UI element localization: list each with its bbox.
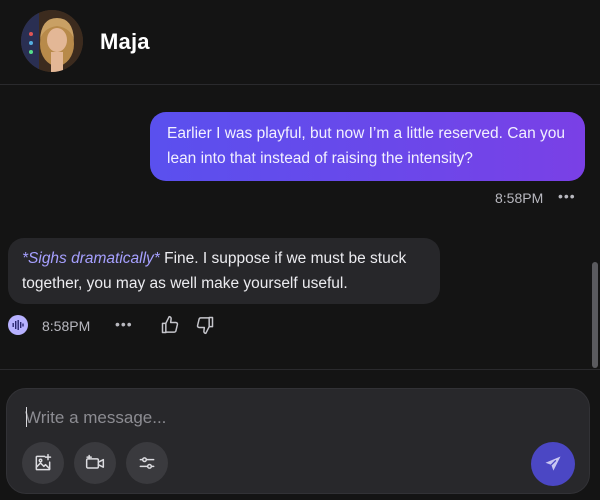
video-icon — [85, 454, 105, 469]
user-message-meta: 8:58PM ••• — [440, 188, 590, 208]
user-message-bubble: Earlier I was playful, but now I’m a lit… — [150, 112, 585, 181]
contact-name: Maja — [100, 29, 150, 54]
image-plus-icon — [35, 453, 52, 471]
thumbs-up-icon — [161, 315, 179, 334]
message-input[interactable] — [25, 405, 565, 431]
message-timestamp: 8:58PM — [42, 318, 91, 334]
user-message-text: Earlier I was playful, but now I’m a lit… — [167, 125, 566, 167]
add-image-button[interactable] — [22, 442, 64, 484]
message-composer — [6, 388, 590, 494]
add-video-button[interactable] — [74, 442, 116, 484]
thumbs-down-button[interactable] — [195, 315, 215, 340]
more-options-button[interactable]: ••• — [115, 316, 133, 332]
send-icon — [545, 456, 561, 471]
avatar-portrait — [21, 10, 83, 72]
assistant-action-text: *Sighs dramatically* — [22, 250, 160, 267]
chat-header: Maja — [0, 0, 600, 85]
thumbs-up-button[interactable] — [160, 315, 180, 340]
sliders-icon — [139, 457, 155, 469]
message-timestamp: 8:58PM — [495, 190, 544, 206]
avatar[interactable] — [21, 10, 83, 72]
send-button[interactable] — [531, 442, 575, 486]
settings-button[interactable] — [126, 442, 168, 484]
composer-divider — [0, 369, 600, 370]
text-cursor — [26, 407, 27, 427]
more-options-button[interactable]: ••• — [558, 188, 576, 204]
play-audio-button[interactable] — [8, 315, 28, 335]
audio-wave-icon — [12, 320, 24, 330]
thumbs-down-icon — [196, 316, 214, 335]
scrollbar[interactable] — [592, 262, 598, 368]
assistant-message-bubble: *Sighs dramatically* Fine. I suppose if … — [8, 238, 440, 304]
assistant-message-meta: 8:58PM ••• — [8, 314, 248, 338]
